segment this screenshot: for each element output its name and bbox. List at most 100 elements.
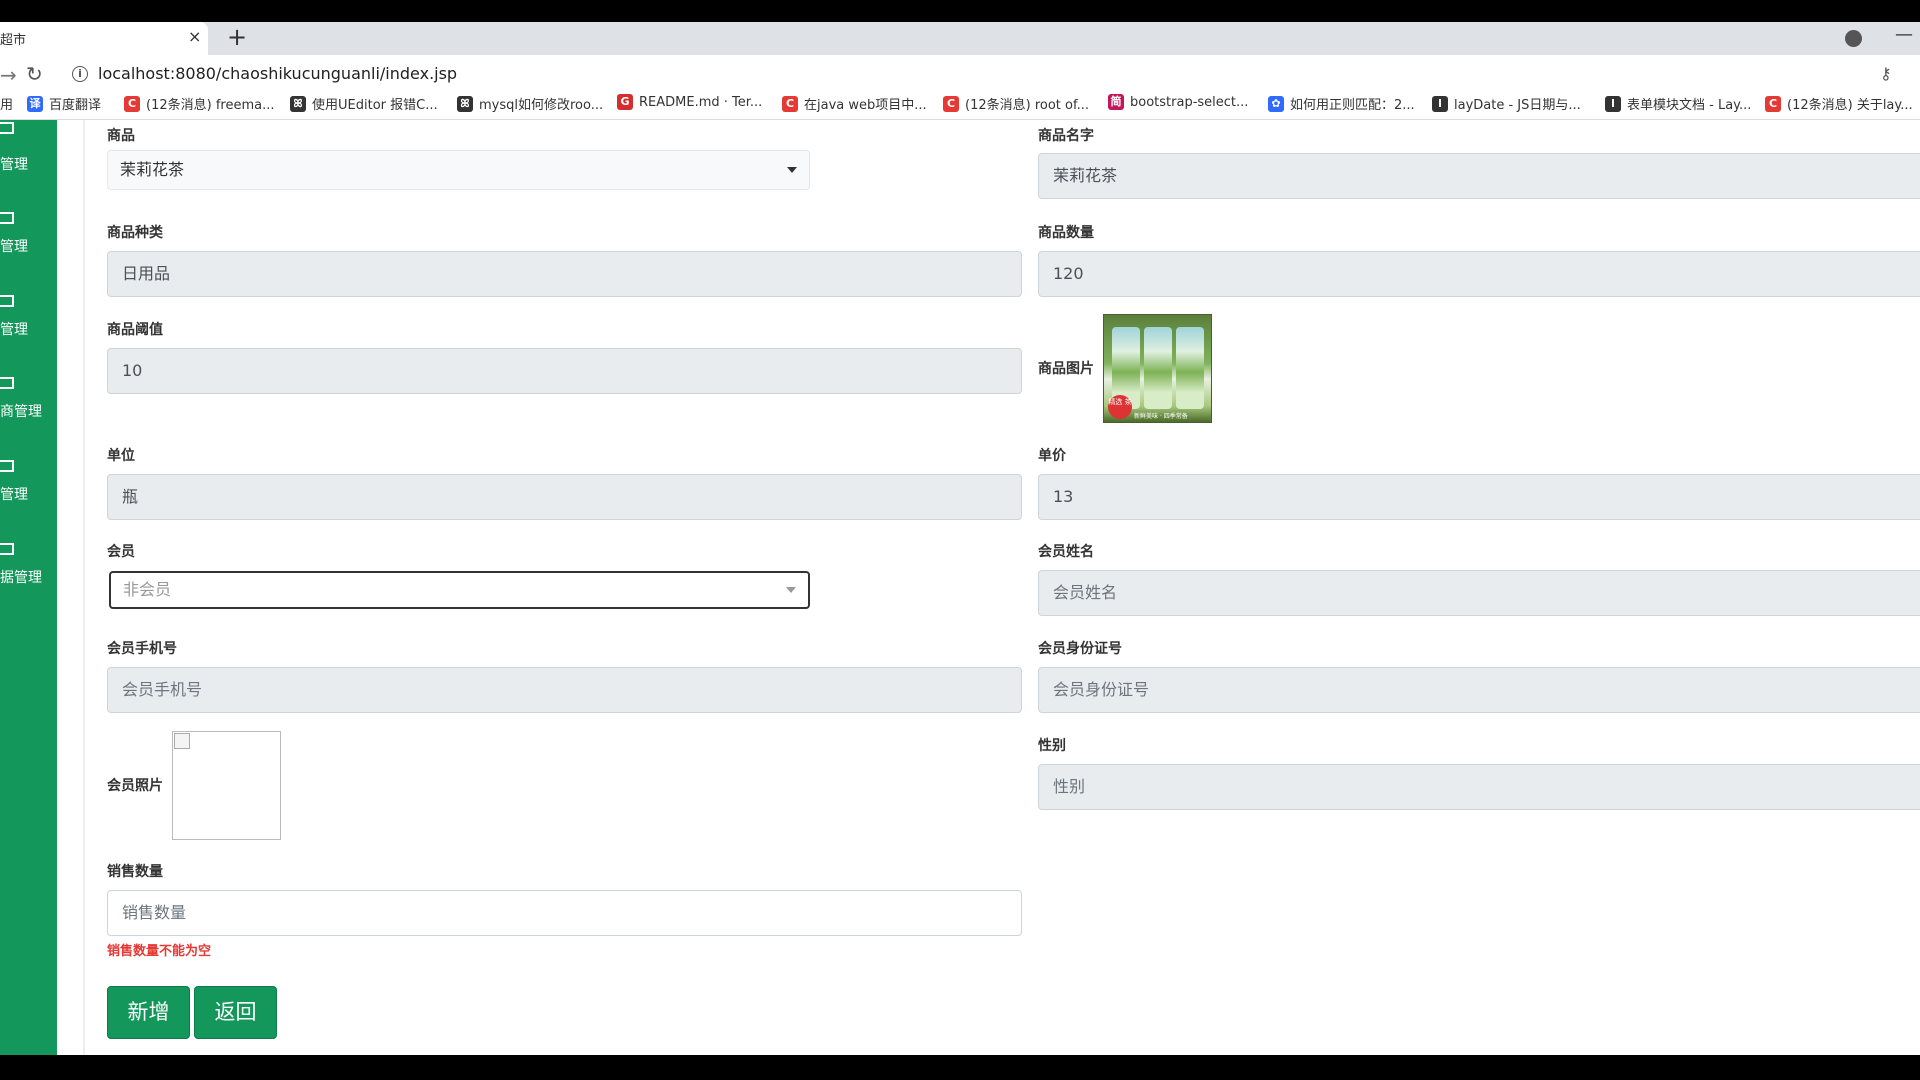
bookmark-favicon-icon: C	[1765, 95, 1781, 112]
bookmark-label: 百度翻译	[49, 98, 102, 113]
category-field[interactable]: 日用品	[107, 251, 1022, 297]
bookmark-label: mysql如何修改roo...	[479, 98, 604, 113]
monitor-icon	[0, 295, 14, 307]
key-icon[interactable]: ⚷	[1880, 64, 1892, 83]
bookmark-label: 使用UEditor 报错C...	[312, 98, 438, 113]
gender-label: 性别	[1038, 738, 1066, 754]
product-badge: 精选 茶	[1108, 395, 1132, 419]
threshold-field[interactable]: 10	[107, 348, 1022, 394]
sales-quantity-label: 销售数量	[107, 864, 163, 880]
member-phone-label: 会员手机号	[107, 641, 177, 657]
sidebar-item-label: 管理	[0, 157, 28, 173]
unit-field[interactable]: 瓶	[107, 474, 1022, 520]
monitor-icon	[0, 212, 14, 224]
bookmark-label: 用	[0, 98, 14, 113]
add-button[interactable]: 新增	[107, 986, 190, 1039]
bookmark-favicon-icon: 译	[27, 95, 43, 112]
bottom-black-bar	[0, 1055, 1920, 1080]
back-arrow-icon[interactable]: →	[0, 63, 17, 87]
top-black-bar	[0, 0, 1920, 22]
bookmark-label: (12条消息) 关于lay...	[1787, 98, 1913, 113]
sales-quantity-input[interactable]: 销售数量	[107, 890, 1022, 936]
bookmark-label: layDate - JS日期与...	[1454, 98, 1581, 113]
member-name-field[interactable]: 会员姓名	[1038, 570, 1920, 616]
bookmark-favicon-icon: ꕤ	[290, 95, 306, 112]
product-image-label: 商品图片	[1038, 361, 1094, 377]
sidebar-item-label: 据管理	[0, 570, 42, 586]
bookmark-favicon-icon: C	[124, 95, 140, 112]
new-tab-icon[interactable]: +	[227, 23, 247, 51]
member-name-label: 会员姓名	[1038, 544, 1094, 560]
product-select[interactable]: 茉莉花茶	[107, 150, 810, 190]
gender-field[interactable]: 性别	[1038, 764, 1920, 810]
bookmark-favicon-icon: ✿	[1268, 95, 1284, 112]
sidebar-item[interactable]: 管理	[0, 120, 57, 190]
member-select-value: 非会员	[123, 580, 172, 599]
monitor-icon	[0, 377, 14, 389]
product-name-field[interactable]: 茉莉花茶	[1038, 153, 1920, 199]
quantity-label: 商品数量	[1038, 225, 1094, 241]
bookmark-item[interactable]: ꕤ mysql如何修改roo...	[457, 94, 603, 113]
sidebar-item-label: 管理	[0, 487, 28, 503]
bookmarks-bar: 用译百度翻译 C (12条消息) freema... ꕤ 使用UEditor 报错C..…	[0, 86, 1920, 120]
threshold-label: 商品阈值	[107, 322, 163, 338]
sidebar-item[interactable]: 管理	[0, 448, 57, 518]
bookmark-item[interactable]: G README.md · Ter...	[617, 94, 762, 110]
sidebar-item[interactable]: 管理	[0, 200, 57, 270]
bookmark-item[interactable]: 译百度翻译	[27, 94, 101, 113]
minimize-icon[interactable]: —	[1895, 24, 1913, 45]
chevron-down-icon	[786, 587, 796, 593]
unit-label: 单位	[107, 448, 135, 464]
member-phone-field[interactable]: 会员手机号	[107, 667, 1022, 713]
product-select-value: 茉莉花茶	[120, 160, 185, 179]
broken-image-icon	[174, 733, 190, 749]
category-label: 商品种类	[107, 225, 163, 241]
bookmark-favicon-icon: l	[1432, 95, 1448, 112]
bookmark-item[interactable]: C 在java web项目中...	[782, 94, 927, 113]
bookmark-favicon-icon: ꕤ	[457, 95, 473, 112]
product-image: 精选 茶 新鲜美味 · 四季常备	[1103, 314, 1212, 423]
address-bar-url[interactable]: localhost:8080/chaoshikucunguanli/index.…	[98, 64, 457, 83]
bookmark-favicon-icon: l	[1605, 95, 1621, 112]
bookmark-item[interactable]: 用	[0, 94, 13, 113]
sidebar-item-label: 管理	[0, 322, 28, 338]
product-image-caption: 新鲜美味 · 四季常备	[1134, 413, 1188, 420]
tab-close-icon[interactable]: ×	[188, 27, 201, 46]
bookmark-favicon-icon: 简	[1108, 94, 1124, 110]
bookmark-item[interactable]: l 表单模块文档 - Lay...	[1605, 94, 1751, 113]
bookmark-item[interactable]: 简 bootstrap-select...	[1108, 94, 1248, 110]
tab-title: 超市	[0, 33, 27, 48]
reload-icon[interactable]: ↻	[26, 62, 43, 86]
profile-icon[interactable]	[1845, 30, 1862, 47]
sales-quantity-error: 销售数量不能为空	[107, 944, 212, 959]
product-jar	[1176, 327, 1204, 409]
bookmark-item[interactable]: C (12条消息) freema...	[124, 94, 274, 113]
member-id-field[interactable]: 会员身份证号	[1038, 667, 1920, 713]
price-label: 单价	[1038, 448, 1066, 464]
member-select[interactable]: 非会员	[109, 571, 810, 609]
sidebar-item[interactable]: 据管理	[0, 531, 57, 601]
member-photo	[172, 731, 281, 840]
browser-tab[interactable]: 超市 ×	[0, 22, 208, 55]
bookmark-item[interactable]: l layDate - JS日期与...	[1432, 94, 1581, 113]
bookmark-favicon-icon: G	[617, 94, 633, 110]
monitor-icon	[0, 543, 14, 555]
price-field[interactable]: 13	[1038, 474, 1920, 520]
bookmark-item[interactable]: ꕤ 使用UEditor 报错C...	[290, 94, 438, 113]
product-label: 商品	[107, 128, 135, 144]
bookmark-label: 表单模块文档 - Lay...	[1627, 98, 1752, 113]
sidebar: 管理 管理 管理 商管理 管理 据管理	[0, 120, 57, 1055]
back-button[interactable]: 返回	[194, 986, 277, 1039]
sidebar-item[interactable]: 管理	[0, 283, 57, 353]
site-info-icon[interactable]: i	[72, 66, 88, 82]
sidebar-item[interactable]: 商管理	[0, 365, 57, 435]
product-name-label: 商品名字	[1038, 128, 1094, 144]
app-content: 管理 管理 管理 商管理 管理 据管理 商品 茉莉花茶 商品名字 茉莉花茶 商品种类 日用…	[0, 120, 1920, 1055]
bookmark-item[interactable]: C (12条消息) 关于lay...	[1765, 94, 1913, 113]
bookmark-favicon-icon: C	[782, 95, 798, 112]
content-divider	[83, 120, 85, 1055]
sidebar-item-label: 商管理	[0, 404, 42, 420]
bookmark-item[interactable]: ✿ 如何用正则匹配：2...	[1268, 94, 1415, 113]
quantity-field[interactable]: 120	[1038, 251, 1920, 297]
bookmark-item[interactable]: C (12条消息) root of...	[943, 94, 1089, 113]
